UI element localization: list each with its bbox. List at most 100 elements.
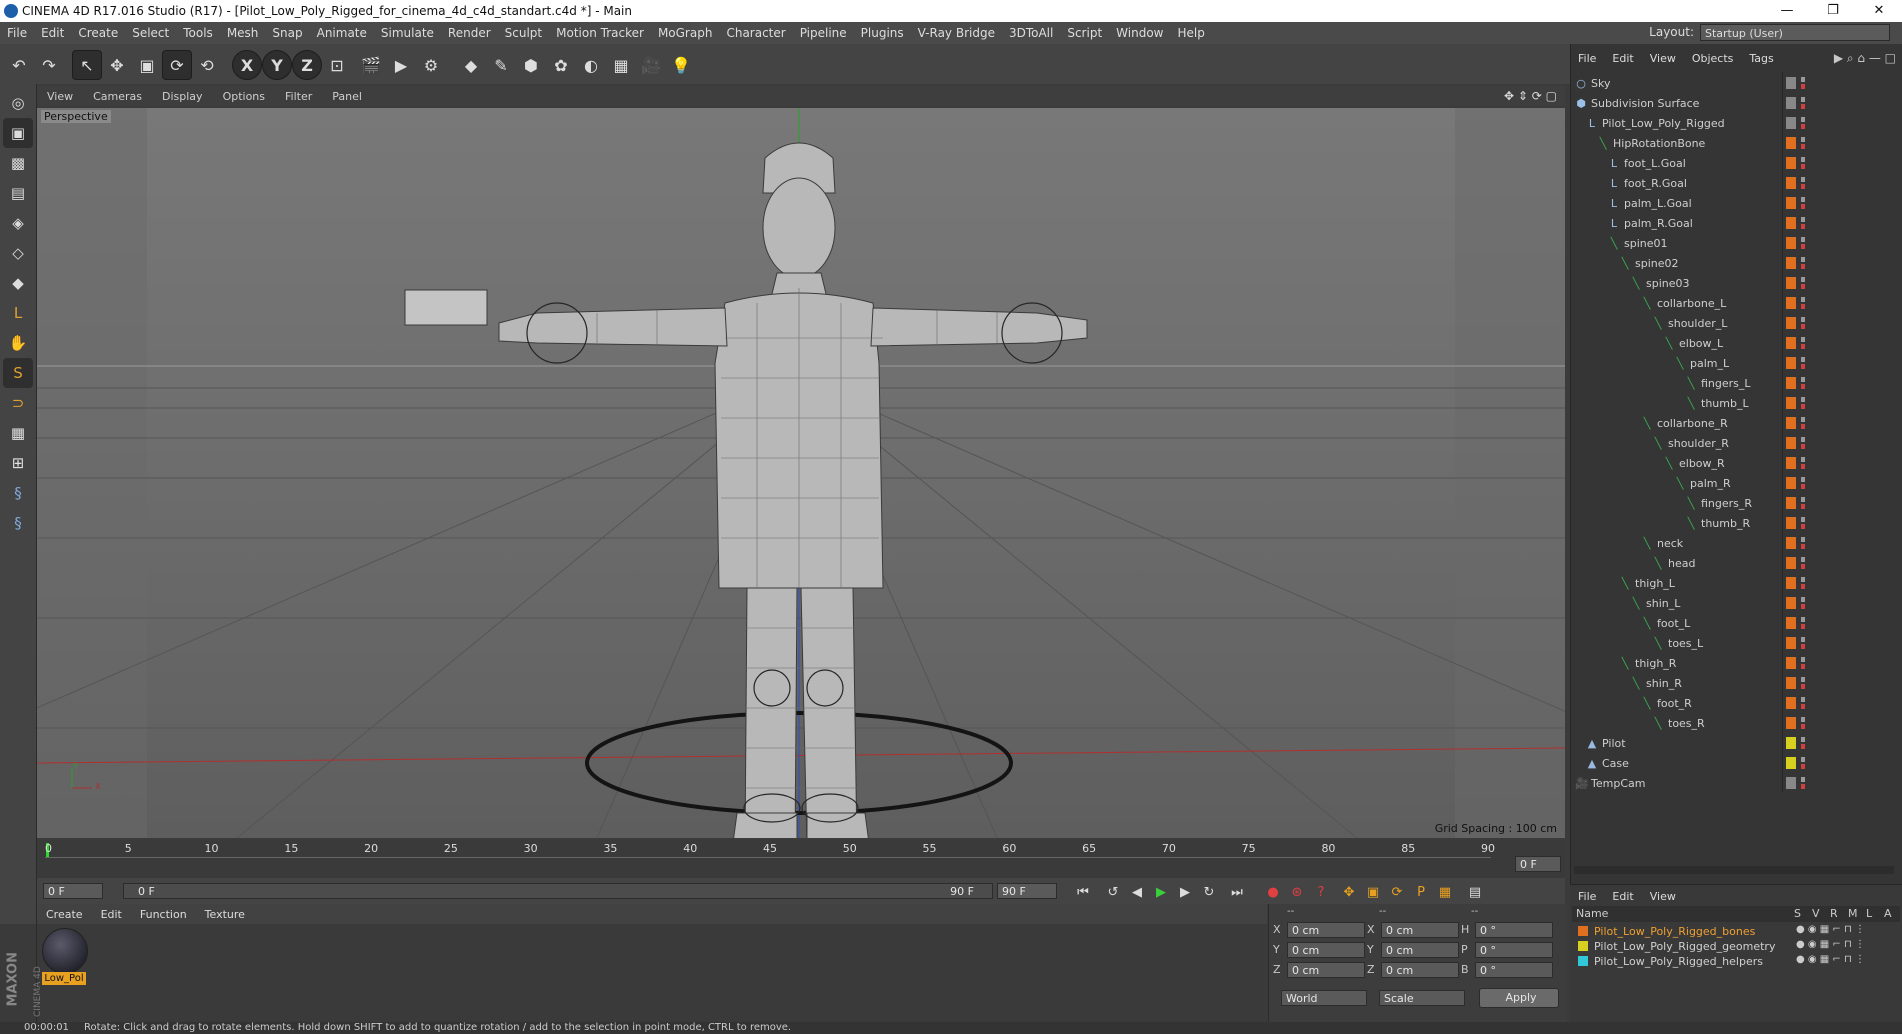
object-name[interactable]: palm_L	[1690, 357, 1729, 370]
visibility-dots[interactable]	[1801, 397, 1805, 409]
layer-color-tag[interactable]	[1786, 197, 1796, 209]
object-row[interactable]: ╲ spine01	[1575, 234, 1780, 253]
x-axis-icon[interactable]: X	[232, 50, 262, 80]
viewport-menu-view[interactable]: View	[37, 90, 83, 103]
object-name[interactable]: palm_L.Goal	[1624, 197, 1692, 210]
object-name[interactable]: elbow_L	[1679, 337, 1723, 350]
object-row[interactable]: Lpalm_L.Goal	[1575, 194, 1780, 213]
cube-icon[interactable]: ◆	[456, 50, 486, 80]
object-name[interactable]: toes_L	[1668, 637, 1703, 650]
layer-color-tag[interactable]	[1786, 517, 1796, 529]
object-row[interactable]: ▲ Pilot	[1575, 734, 1780, 753]
camera-icon[interactable]: 🎥	[636, 50, 666, 80]
viewport-menu-panel[interactable]: Panel	[322, 90, 372, 103]
layer-color-tag[interactable]	[1786, 337, 1796, 349]
model-mode-icon[interactable]: ▣	[3, 118, 33, 148]
object-name[interactable]: fingers_L	[1701, 377, 1751, 390]
layer-color-tag[interactable]	[1786, 457, 1796, 469]
layer-color-tag[interactable]	[1786, 117, 1796, 129]
viewport-nav-icons[interactable]: ✥ ⇕ ⟳ ▢	[1504, 89, 1557, 103]
y-axis-icon[interactable]: Y	[262, 50, 292, 80]
visibility-dots[interactable]	[1801, 757, 1805, 769]
keyframe-record-icon[interactable]: ●	[1263, 882, 1283, 902]
object-name[interactable]: foot_R.Goal	[1624, 177, 1687, 190]
undo-icon[interactable]: ↶	[4, 50, 34, 80]
param-key-icon[interactable]: P	[1411, 882, 1431, 902]
coord-a-field[interactable]: 0 cm	[1287, 922, 1365, 938]
layer-color-tag[interactable]	[1786, 637, 1796, 649]
object-name[interactable]: thumb_L	[1701, 397, 1749, 410]
object-row[interactable]: ╲ shin_L	[1575, 594, 1780, 613]
select-arrow-icon[interactable]: ↖	[72, 50, 102, 80]
visibility-dots[interactable]	[1801, 297, 1805, 309]
coord-b-field[interactable]: 0 cm	[1381, 942, 1459, 958]
object-row[interactable]: Lfoot_L.Goal	[1575, 154, 1780, 173]
viewport-menu-options[interactable]: Options	[213, 90, 275, 103]
layer-menu-view[interactable]: View	[1642, 890, 1684, 903]
coord-b-field[interactable]: 0 cm	[1381, 922, 1459, 938]
menu-v-ray-bridge[interactable]: V-Ray Bridge	[911, 26, 1002, 40]
visibility-dots[interactable]	[1801, 257, 1805, 269]
layer-color-tag[interactable]	[1786, 297, 1796, 309]
loop-forward-icon[interactable]: ↻	[1199, 882, 1219, 902]
layer-row[interactable]: Pilot_Low_Poly_Rigged_geometry	[1578, 939, 1775, 954]
step-forward-icon[interactable]: ▶	[1175, 882, 1195, 902]
layer-color-tag[interactable]	[1786, 617, 1796, 629]
visibility-dots[interactable]	[1801, 337, 1805, 349]
solo-icon[interactable]: S	[3, 358, 33, 388]
object-name[interactable]: Subdivision Surface	[1591, 97, 1699, 110]
object-row[interactable]: ╲ neck	[1575, 534, 1780, 553]
menu-3dtoall[interactable]: 3DToAll	[1002, 26, 1060, 40]
grid-snap-icon[interactable]: ▦	[3, 418, 33, 448]
visibility-dots[interactable]	[1801, 137, 1805, 149]
visibility-dots[interactable]	[1801, 177, 1805, 189]
object-menu-tags[interactable]: Tags	[1741, 52, 1781, 65]
visibility-dots[interactable]	[1801, 517, 1805, 529]
edges-mode-icon[interactable]: ◇	[3, 238, 33, 268]
start-frame-field[interactable]: 0 F	[43, 883, 103, 899]
coord-c-field[interactable]: 0 °	[1475, 942, 1553, 958]
object-row[interactable]: ╲ palm_L	[1575, 354, 1780, 373]
object-row[interactable]: ╲ HipRotationBone	[1575, 134, 1780, 153]
object-name[interactable]: TempCam	[1591, 777, 1645, 790]
material-menu-create[interactable]: Create	[37, 908, 92, 921]
loop-icon[interactable]: ↺	[1103, 882, 1123, 902]
menu-select[interactable]: Select	[125, 26, 176, 40]
array-icon[interactable]: ✿	[546, 50, 576, 80]
object-row[interactable]: ╲ collarbone_L	[1575, 294, 1780, 313]
object-row[interactable]: L Pilot_Low_Poly_Rigged	[1575, 114, 1780, 133]
deformer-icon[interactable]: ◐	[576, 50, 606, 80]
layer-color-swatch[interactable]	[1578, 956, 1588, 966]
z-axis-icon[interactable]: Z	[292, 50, 322, 80]
menu-pipeline[interactable]: Pipeline	[793, 26, 854, 40]
apply-button[interactable]: Apply	[1479, 988, 1559, 1008]
menu-file[interactable]: File	[0, 26, 34, 40]
visibility-dots[interactable]	[1801, 477, 1805, 489]
visibility-dots[interactable]	[1801, 417, 1805, 429]
layer-color-tag[interactable]	[1786, 157, 1796, 169]
scale-icon[interactable]: ▣	[132, 50, 162, 80]
object-row[interactable]: ╲ toes_R	[1575, 714, 1780, 733]
layer-color-tag[interactable]	[1786, 477, 1796, 489]
object-row[interactable]: ╲ palm_R	[1575, 474, 1780, 493]
menu-mograph[interactable]: MoGraph	[651, 26, 720, 40]
layer-color-tag[interactable]	[1786, 77, 1796, 89]
object-name[interactable]: toes_R	[1668, 717, 1705, 730]
pen-icon[interactable]: ✎	[486, 50, 516, 80]
layer-toggle-icons[interactable]: ● ◉ ▦ ⌐ ⊓ ⋮	[1796, 954, 1865, 965]
polygons-mode-icon[interactable]: ◆	[3, 268, 33, 298]
layer-color-tag[interactable]	[1786, 177, 1796, 189]
viewport-menu-cameras[interactable]: Cameras	[83, 90, 152, 103]
object-row[interactable]: ╲ thumb_L	[1575, 394, 1780, 413]
minimize-button[interactable]: —	[1764, 0, 1810, 22]
visibility-dots[interactable]	[1801, 577, 1805, 589]
object-name[interactable]: foot_L	[1657, 617, 1690, 630]
object-row[interactable]: ╲ fingers_L	[1575, 374, 1780, 393]
current-frame-field[interactable]: 0 F	[1515, 856, 1561, 872]
layer-color-tag[interactable]	[1786, 677, 1796, 689]
visibility-dots[interactable]	[1801, 237, 1805, 249]
material-name[interactable]: Low_Pol	[42, 972, 86, 985]
menu-create[interactable]: Create	[71, 26, 125, 40]
object-row[interactable]: ╲ shoulder_R	[1575, 434, 1780, 453]
visibility-dots[interactable]	[1801, 277, 1805, 289]
